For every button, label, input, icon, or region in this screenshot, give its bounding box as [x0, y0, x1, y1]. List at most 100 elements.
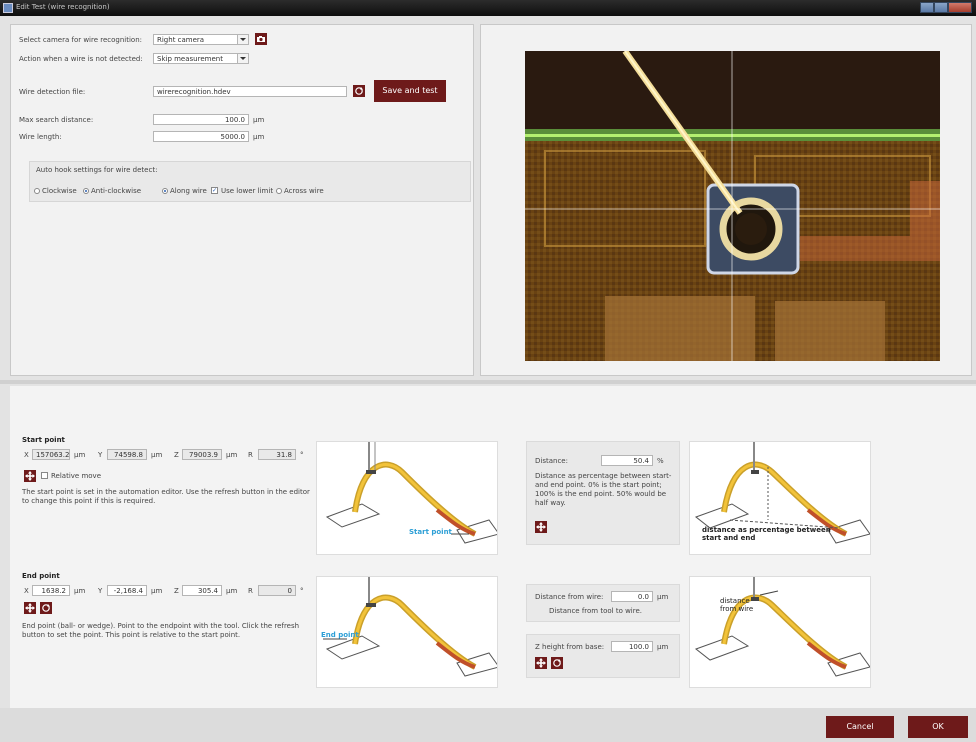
start-r-label: R	[248, 451, 253, 459]
end-point-diagram: End point	[316, 576, 500, 688]
along-wire-radio[interactable]	[162, 188, 168, 194]
panel-splitter[interactable]	[0, 380, 976, 384]
distance-move-button[interactable]	[535, 521, 547, 533]
distance-description: Distance as percentage between start- an…	[535, 472, 672, 507]
start-x-label: X	[24, 451, 29, 459]
autohook-title: Auto hook settings for wire detect:	[36, 166, 158, 174]
start-y-unit: µm	[151, 451, 163, 459]
end-x-unit: µm	[74, 587, 86, 595]
window-title: Edit Test (wire recognition)	[16, 3, 110, 11]
distance-from-wire-diagram: distance from wire	[689, 576, 871, 688]
end-z-label: Z	[174, 587, 179, 595]
title-bar: Edit Test (wire recognition)	[0, 0, 976, 16]
refresh-file-button[interactable]	[353, 85, 365, 97]
end-x-input[interactable]: 1638.2	[32, 585, 70, 596]
distance-group: Distance: 50.4 % Distance as percentage …	[526, 441, 680, 545]
distance-from-wire-label: Distance from wire:	[535, 593, 604, 601]
z-height-move-button[interactable]	[535, 657, 547, 669]
action-label: Action when a wire is not detected:	[19, 55, 143, 63]
start-point-diagram: Start point	[316, 441, 500, 555]
save-and-test-button[interactable]: Save and test	[374, 80, 446, 102]
end-r-unit: °	[300, 587, 304, 595]
start-x-field: 157063.2	[32, 449, 70, 460]
start-r-unit: °	[300, 451, 304, 459]
clockwise-radio[interactable]	[34, 188, 40, 194]
start-r-field: 31.8	[258, 449, 296, 460]
z-height-group: Z height from base: 100.0 µm	[526, 634, 680, 678]
end-z-input[interactable]: 305.4	[182, 585, 222, 596]
end-y-label: Y	[98, 587, 103, 595]
camera-image[interactable]	[525, 51, 940, 361]
distance-from-wire-diagram-label: distance from wire	[720, 597, 754, 613]
app-icon	[3, 3, 13, 13]
start-x-unit: µm	[74, 451, 86, 459]
z-height-unit: µm	[657, 643, 669, 651]
refresh-icon	[42, 604, 50, 612]
z-height-label: Z height from base:	[535, 643, 605, 651]
end-point-title: End point	[22, 572, 60, 580]
distance-input[interactable]: 50.4	[601, 455, 653, 466]
detection-file-input[interactable]: wirerecognition.hdev	[153, 86, 347, 97]
start-z-field: 79003.9	[182, 449, 222, 460]
end-refresh-button[interactable]	[40, 602, 52, 614]
distance-from-wire-description: Distance from tool to wire.	[549, 607, 643, 615]
distance-from-wire-unit: µm	[657, 593, 669, 601]
distance-label: Distance:	[535, 457, 568, 465]
use-lower-limit-label: Use lower limit	[221, 187, 274, 195]
wire-length-unit: µm	[253, 133, 265, 141]
wire-length-label: Wire length:	[19, 133, 62, 141]
camera-label: Select camera for wire recognition:	[19, 36, 143, 44]
start-y-field: 74598.8	[107, 449, 147, 460]
action-select[interactable]: Skip measurement	[153, 53, 249, 64]
wire-offset-illustration	[694, 577, 871, 677]
camera-select-value: Right camera	[157, 36, 205, 44]
max-search-unit: µm	[253, 116, 265, 124]
end-point-description: End point (ball- or wedge). Point to the…	[22, 622, 300, 639]
start-point-diagram-label: Start point	[409, 528, 452, 536]
distance-from-wire-group: Distance from wire: 0.0 µm Distance from…	[526, 584, 680, 622]
end-r-field: 0	[258, 585, 296, 596]
camera-frame	[525, 51, 940, 361]
relative-move-checkbox[interactable]	[41, 472, 48, 479]
across-wire-label: Across wire	[284, 187, 324, 195]
end-z-unit: µm	[226, 587, 238, 595]
ok-button[interactable]: OK	[908, 716, 968, 738]
end-r-label: R	[248, 587, 253, 595]
point-settings-area: Start point X 157063.2 µm Y 74598.8 µm Z…	[10, 386, 976, 708]
end-y-input[interactable]: -2,168.4	[107, 585, 147, 596]
camera-preview-button[interactable]	[255, 33, 267, 45]
move-arrows-icon	[25, 471, 35, 481]
chevron-down-icon	[237, 54, 248, 63]
z-height-input[interactable]: 100.0	[611, 641, 653, 652]
move-arrows-icon	[536, 522, 546, 532]
dialog-client: Select camera for wire recognition: Righ…	[0, 16, 976, 742]
wire-start-illustration	[325, 442, 500, 544]
close-button[interactable]	[948, 2, 973, 13]
cancel-button[interactable]: Cancel	[826, 716, 894, 738]
distance-unit: %	[657, 457, 664, 465]
end-move-button[interactable]	[24, 602, 36, 614]
start-point-title: Start point	[22, 436, 65, 444]
anticlockwise-radio[interactable]	[83, 188, 89, 194]
window-controls	[920, 2, 973, 13]
distance-diagram-label: distance as percentage between start and…	[702, 526, 831, 542]
refresh-icon	[355, 87, 363, 95]
max-search-input[interactable]: 100.0	[153, 114, 249, 125]
camera-select[interactable]: Right camera	[153, 34, 249, 45]
z-height-refresh-button[interactable]	[551, 657, 563, 669]
start-z-label: Z	[174, 451, 179, 459]
detection-file-label: Wire detection file:	[19, 88, 86, 96]
start-move-button[interactable]	[24, 470, 36, 482]
across-wire-radio[interactable]	[276, 188, 282, 194]
autohook-group: Auto hook settings for wire detect: Cloc…	[29, 161, 471, 202]
end-y-unit: µm	[151, 587, 163, 595]
end-point-diagram-label: End point	[321, 631, 359, 639]
use-lower-limit-checkbox[interactable]: ✓	[211, 187, 218, 194]
distance-from-wire-input[interactable]: 0.0	[611, 591, 653, 602]
maximize-button[interactable]	[934, 2, 949, 13]
minimize-button[interactable]	[920, 2, 935, 13]
camera-view-panel	[480, 24, 972, 376]
wire-length-input[interactable]: 5000.0	[153, 131, 249, 142]
move-arrows-icon	[25, 603, 35, 613]
refresh-icon	[553, 659, 561, 667]
